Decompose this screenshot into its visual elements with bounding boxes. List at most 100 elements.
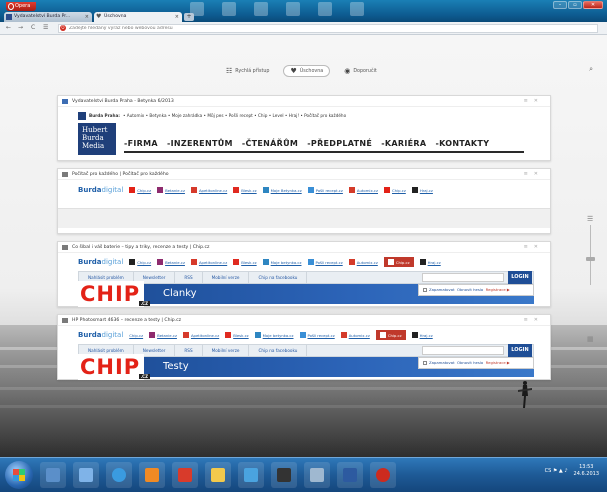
site-link[interactable]: Apetitonline.cz	[190, 259, 227, 265]
site-link[interactable]: Chip.cz	[129, 259, 151, 265]
close-icon[interactable]: ✕	[534, 317, 544, 323]
stash-link[interactable]: ♥ Úschovna	[283, 65, 331, 77]
speed-dial-button[interactable]: ☰	[43, 24, 48, 31]
close-icon[interactable]: ✕	[534, 244, 544, 250]
menu-kontakty[interactable]: -KONTAKTY	[435, 139, 489, 148]
nav-link[interactable]: • Počítač pro každého	[300, 113, 346, 118]
share-icon[interactable]: ≡	[524, 171, 534, 177]
site-link[interactable]: Pošli recept.cz	[299, 332, 335, 338]
tab-uschovna[interactable]: ♥ Úschovna ×	[94, 12, 182, 22]
discover-link[interactable]: ◉ Doporučit	[344, 67, 377, 75]
tab-close-icon[interactable]: ×	[85, 12, 89, 22]
menu-inzerentum[interactable]: -INZERENTŮM	[167, 139, 233, 148]
nav-link[interactable]: • Level	[269, 113, 284, 118]
rss-link[interactable]: RSS	[175, 272, 203, 283]
clock[interactable]: 13:53 24.6.2013	[574, 464, 599, 478]
site-link[interactable]: Moje betynka.cz	[262, 259, 302, 265]
taskbar-app[interactable]	[73, 462, 99, 488]
site-link[interactable]: Automix.cz	[348, 259, 378, 265]
share-icon[interactable]: ≡	[524, 317, 534, 323]
mobile-link[interactable]: Mobilní verze	[203, 272, 250, 283]
forgot-password-link[interactable]: Obnovit heslo	[457, 360, 483, 365]
nav-link[interactable]: • Automix	[123, 113, 144, 118]
reload-button[interactable]: C	[31, 24, 35, 31]
nav-link[interactable]: • Hraj!	[285, 113, 299, 118]
taskbar-ie[interactable]	[106, 462, 132, 488]
login-input[interactable]	[422, 273, 504, 282]
nav-link[interactable]: • Betynka	[146, 113, 167, 118]
site-link[interactable]: Moje Betynka.cz	[262, 187, 302, 193]
site-link[interactable]: Blesk.cz	[233, 259, 257, 265]
site-link[interactable]: Hraj.cz	[419, 259, 441, 265]
chip-logo[interactable]: CHIP .CZ	[78, 354, 150, 380]
mobile-link[interactable]: Mobilní verze	[203, 345, 250, 356]
menu-predplatne[interactable]: -PŘEDPLATNÉ	[307, 139, 372, 148]
speed-dial-link[interactable]: ☷ Rychlá přístup	[226, 67, 269, 75]
taskbar-opera[interactable]	[370, 462, 396, 488]
site-link[interactable]: Pošli recept.cz	[307, 187, 343, 193]
chip-logo[interactable]: CHIP .CZ	[78, 281, 150, 307]
menu-kariera[interactable]: -KARIÉRA	[381, 139, 426, 148]
tray-icons[interactable]: ⚑ ▲ ♪	[553, 468, 568, 474]
zoom-slider-track[interactable]	[590, 225, 591, 285]
site-link-selected[interactable]: Chip.cz	[375, 330, 406, 340]
language-indicator[interactable]: CS	[545, 468, 552, 474]
rss-link[interactable]: RSS	[175, 345, 203, 356]
site-link[interactable]: Chip.cz	[129, 333, 143, 338]
nav-link[interactable]: • Chip	[254, 113, 267, 118]
start-button[interactable]	[5, 461, 33, 489]
site-link[interactable]: Apetitonline.cz	[190, 187, 227, 193]
site-link[interactable]: Moje betynka.cz	[254, 332, 294, 338]
stash-card-chip-testy[interactable]: HP Photosmart 4636 – recenze a testy | C…	[57, 314, 551, 380]
site-link[interactable]: Apetitonline.cz	[182, 332, 219, 338]
address-input[interactable]	[58, 24, 598, 33]
forgot-password-link[interactable]: Obnovit heslo	[457, 287, 483, 292]
taskbar-app[interactable]	[172, 462, 198, 488]
site-link[interactable]: Blesk.cz	[225, 332, 249, 338]
site-link[interactable]: Automix.cz	[340, 332, 370, 338]
stash-card-chip-clanky[interactable]: Co šíbal i váš baterie – tipy a triky, r…	[57, 241, 551, 307]
remember-checkbox[interactable]	[423, 288, 427, 292]
site-link[interactable]: Automix.cz	[348, 187, 378, 193]
register-link[interactable]: Registrace ▶	[486, 287, 510, 292]
tab-burda[interactable]: Vydavatelství Burda Pr... ×	[4, 12, 92, 22]
taskbar-app[interactable]	[238, 462, 264, 488]
facebook-link[interactable]: Chip na facebooku	[249, 272, 308, 283]
remember-checkbox[interactable]	[423, 361, 427, 365]
forward-button[interactable]: →	[18, 24, 23, 31]
site-link[interactable]: Betanie.cz	[149, 332, 177, 338]
taskbar-app[interactable]	[337, 462, 363, 488]
menu-firma[interactable]: -FIRMA	[124, 139, 158, 148]
new-tab-button[interactable]: +	[184, 13, 194, 21]
share-icon[interactable]: ≡	[524, 98, 534, 104]
taskbar-app[interactable]	[205, 462, 231, 488]
close-icon[interactable]: ✕	[534, 171, 544, 177]
login-button[interactable]: LOGIN	[508, 344, 532, 357]
maximize-button[interactable]: ▫	[568, 1, 582, 9]
share-icon[interactable]: ≡	[524, 244, 534, 250]
nav-link[interactable]: • Můj pes	[204, 113, 224, 118]
taskbar-app[interactable]	[304, 462, 330, 488]
zoom-handle-icon[interactable]: ▦	[587, 335, 594, 343]
site-link-selected[interactable]: Chip.cz	[383, 257, 414, 267]
site-link[interactable]: Chip.cz	[129, 187, 151, 193]
zoom-handle-icon[interactable]: ☰	[587, 215, 593, 223]
register-link[interactable]: Registrace ▶	[486, 360, 510, 365]
back-button[interactable]: ←	[6, 24, 11, 31]
site-link[interactable]: Betanie.cz	[157, 259, 185, 265]
site-link[interactable]: Blesk.cz	[233, 187, 257, 193]
zoom-slider-thumb[interactable]	[586, 257, 595, 261]
tab-close-icon[interactable]: ×	[175, 12, 179, 22]
facebook-link[interactable]: Chip na facebooku	[249, 345, 308, 356]
site-link[interactable]: Betanie.cz	[157, 187, 185, 193]
site-link[interactable]: Chip.cz	[384, 187, 406, 193]
site-link[interactable]: Hraj.cz	[411, 187, 433, 193]
taskbar-media[interactable]	[139, 462, 165, 488]
taskbar-app[interactable]	[40, 462, 66, 488]
login-input[interactable]	[422, 346, 504, 355]
close-icon[interactable]: ✕	[534, 98, 544, 104]
nav-link[interactable]: • Pošli recept	[225, 113, 253, 118]
close-button[interactable]: ✕	[583, 1, 603, 9]
menu-ctenarum[interactable]: -ČTENÁŘŮM	[242, 139, 298, 148]
search-icon[interactable]: ⌕	[589, 65, 593, 74]
